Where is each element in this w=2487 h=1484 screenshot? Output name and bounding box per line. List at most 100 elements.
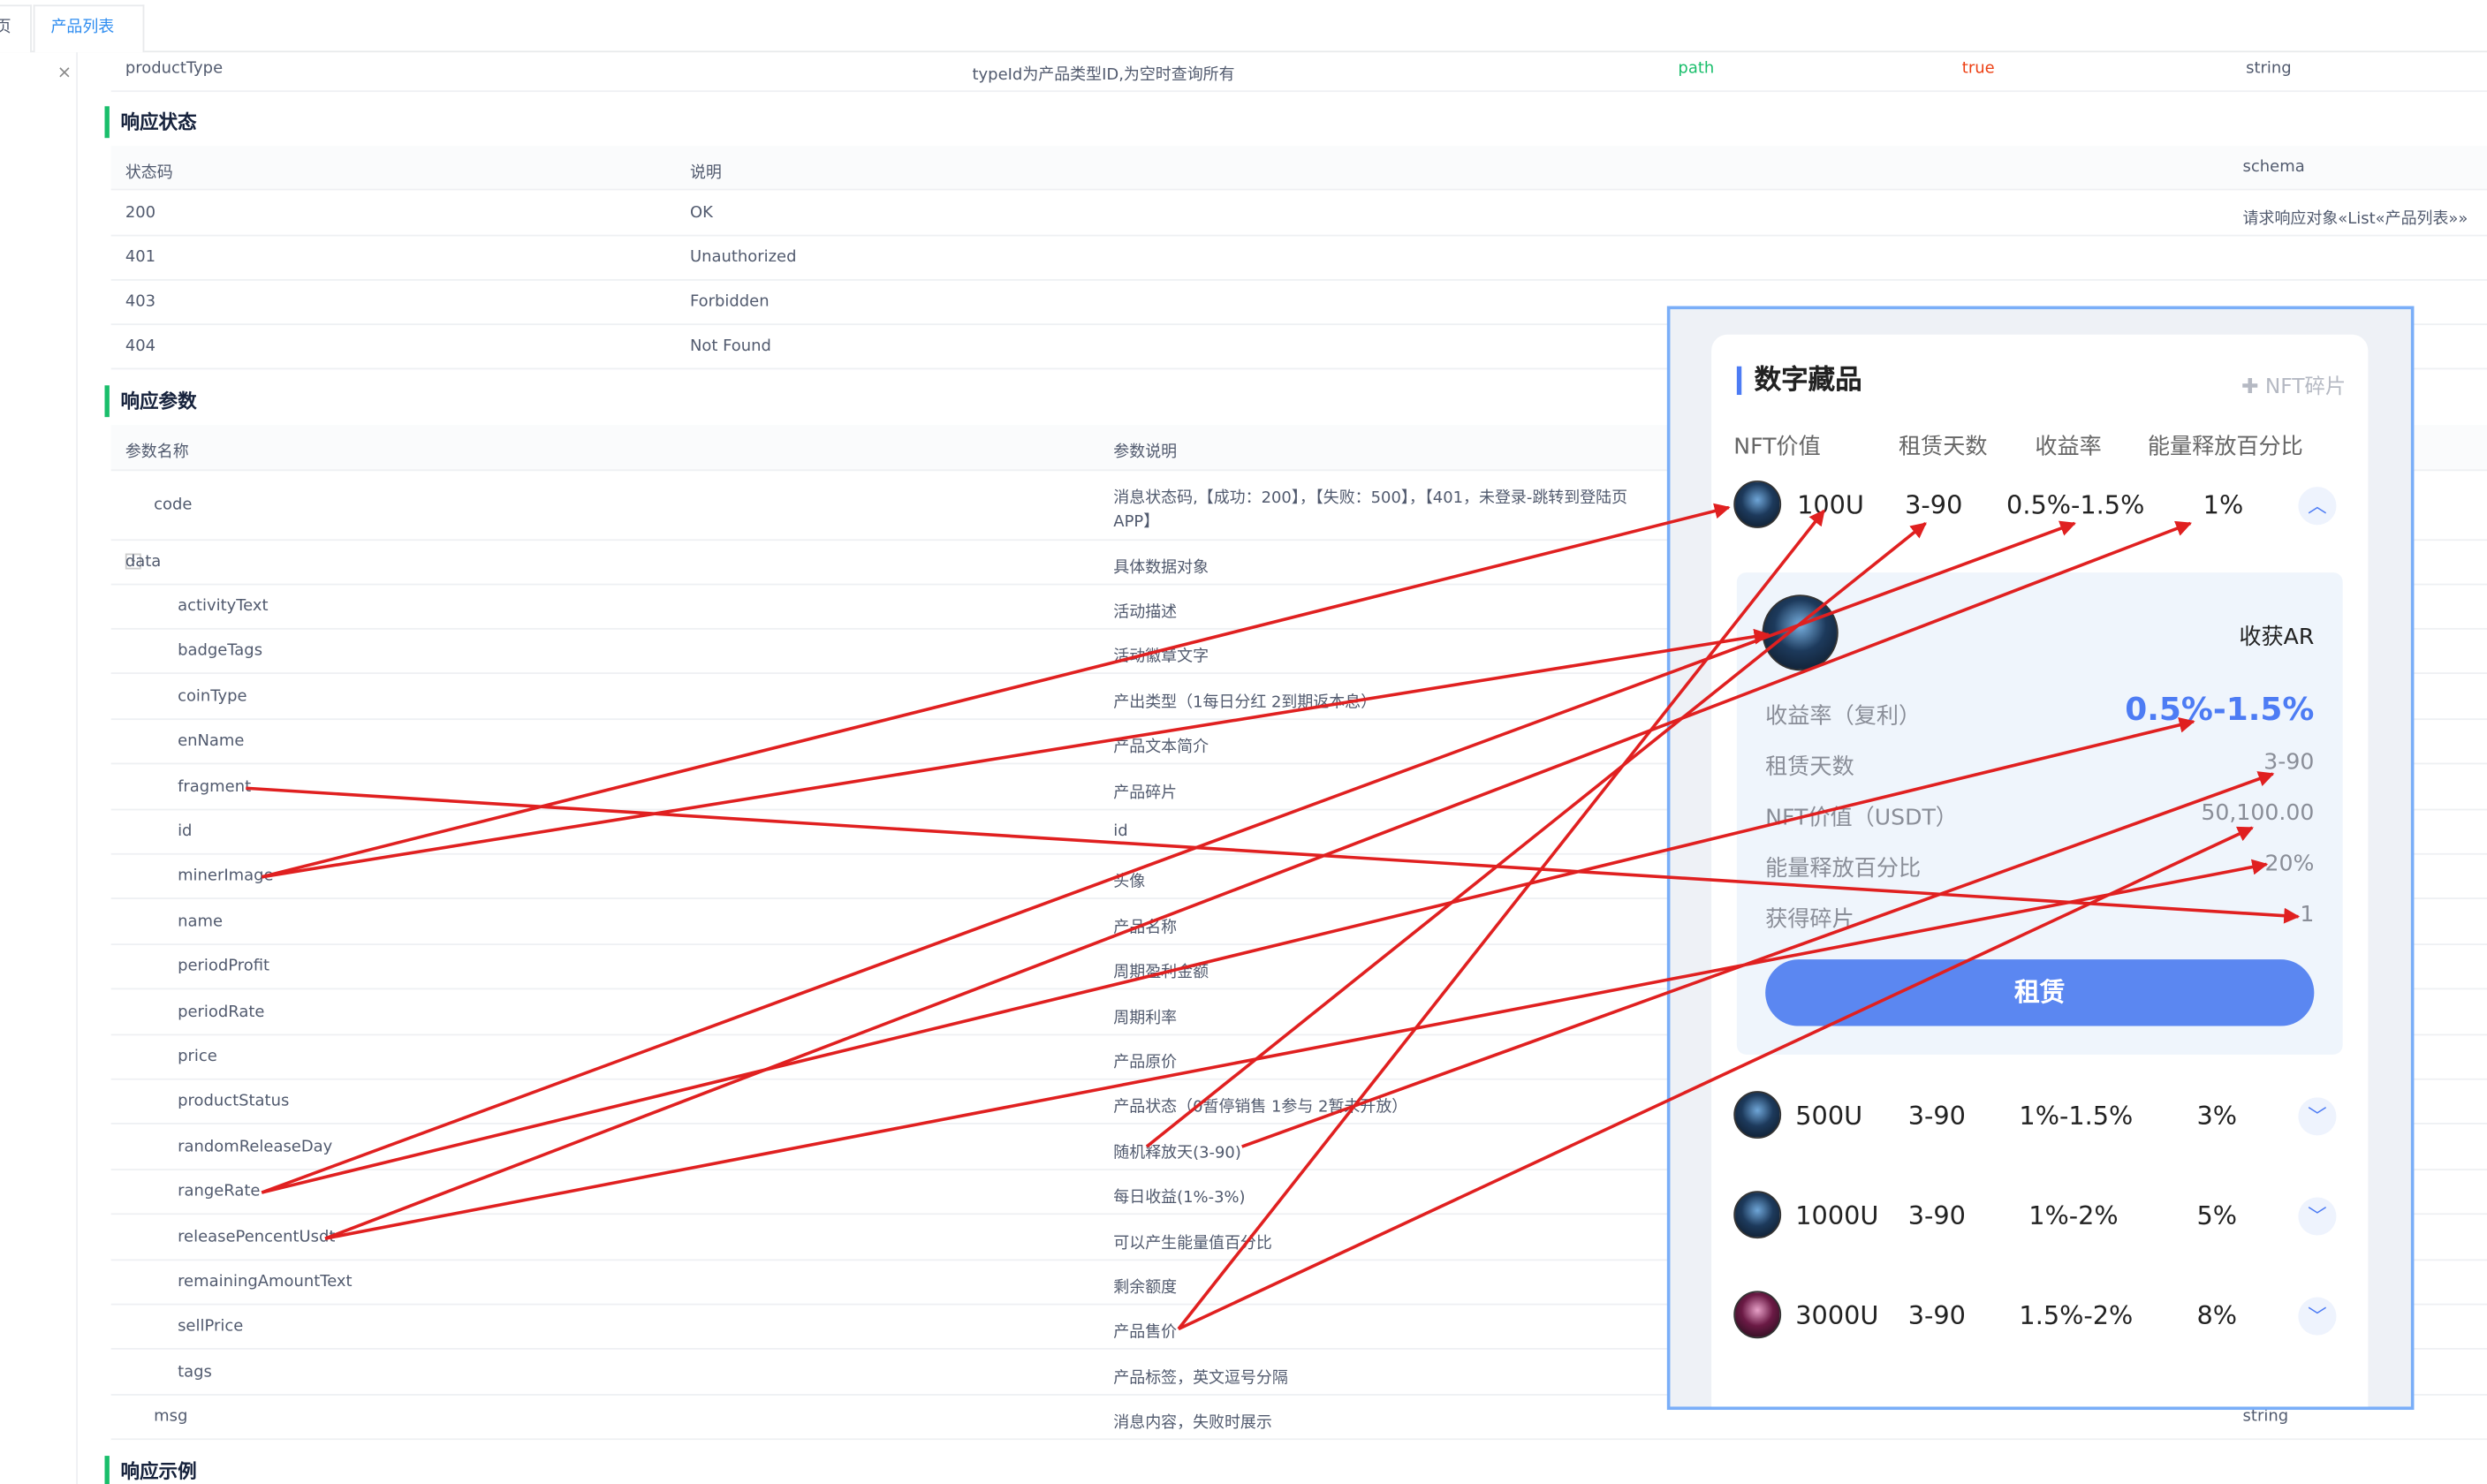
section-title-status: 响应状态 — [104, 106, 197, 139]
nft-avatar — [1733, 1191, 1782, 1239]
request-param-row: productType typeId为产品类型ID,为空时查询所有 path t… — [110, 52, 2487, 93]
harvest-label: 收获AR — [2239, 625, 2315, 651]
product-value: 100U — [1797, 489, 1864, 520]
param-type: string — [2246, 60, 2292, 78]
status-desc: Forbidden — [689, 293, 770, 311]
status-desc: Unauthorized — [689, 248, 797, 267]
param-row-desc: 具体数据对象 — [1113, 559, 1209, 578]
param-row-name: name — [178, 912, 223, 931]
product-value: 500U — [1795, 1100, 1863, 1132]
param-row-name: releasePencentUsdt — [178, 1228, 336, 1246]
chevron-down-icon[interactable]: ﹀ — [2298, 1097, 2337, 1136]
param-row-name: periodRate — [178, 1003, 265, 1021]
tab-product-list[interactable]: 产品列表 × — [33, 4, 145, 82]
tab-bar: 页 产品列表 × — [0, 0, 2487, 82]
section-title-example: 响应示例 — [104, 1456, 197, 1484]
product-row[interactable]: 3000U 3-90 1.5%-2% 8% ﹀ — [1733, 1284, 2352, 1348]
card-title: 数字藏品 — [1736, 366, 1862, 395]
param-required: true — [1961, 60, 1995, 78]
param-row-desc: 产品状态（0暂停销售 1参与 2暂未开放） — [1113, 1099, 1408, 1117]
status-header-schema: schema — [2242, 158, 2305, 177]
param-row-desc: 周期利率 — [1113, 1009, 1178, 1027]
chevron-down-icon[interactable]: ﹀ — [2298, 1197, 2337, 1236]
param-row-name: msg — [154, 1408, 188, 1426]
product-value: 1000U — [1795, 1200, 1879, 1231]
param-row-desc: id — [1113, 822, 1128, 841]
product-rate: 0.5%-1.5% — [2006, 489, 2145, 520]
nft-fragment-link[interactable]: ✚ NFT碎片 — [2241, 369, 2346, 399]
status-code: 404 — [125, 337, 156, 356]
product-release: 5% — [2196, 1200, 2238, 1231]
param-row-desc: 产出类型（1每日分红 2到期返本息） — [1113, 693, 1377, 712]
param-row-desc: 活动徽章文字 — [1113, 648, 1209, 667]
params-header-name: 参数名称 — [125, 443, 189, 462]
product-days: 3-90 — [1905, 489, 1963, 520]
param-row-name: remainingAmountText — [178, 1273, 353, 1291]
detail-label-rate: 收益率（复利） — [1765, 704, 1922, 730]
param-row-desc: 随机释放天(3-90) — [1113, 1144, 1241, 1162]
product-days: 3-90 — [1907, 1300, 1966, 1331]
detail-value-release: 20% — [2264, 852, 2315, 877]
param-row-desc-cont: APP】 — [1113, 513, 1160, 532]
param-row-name: badgeTags — [178, 642, 263, 661]
param-row-desc: 消息内容，失败时展示 — [1113, 1414, 1272, 1433]
nft-avatar — [1733, 480, 1782, 528]
param-row-desc: 头像 — [1113, 874, 1146, 892]
param-row-name: code — [154, 496, 193, 514]
status-schema: 请求响应对象«List«产品列表»» — [2242, 210, 2468, 229]
detail-value-days: 3-90 — [2263, 750, 2315, 776]
product-release: 1% — [2203, 489, 2244, 520]
table-row: 401 Unauthorized — [110, 236, 2487, 281]
param-row-name: id — [178, 822, 193, 841]
product-row[interactable]: 1000U 3-90 1%-2% 5% ﹀ — [1733, 1185, 2352, 1248]
status-desc: OK — [689, 204, 713, 223]
status-header-code: 状态码 — [125, 164, 173, 183]
param-row-desc: 周期盈利金额 — [1113, 964, 1209, 982]
detail-value-nft-value: 50,100.00 — [2201, 800, 2315, 827]
product-row[interactable]: 100U 3-90 0.5%-1.5% 1% ︿ — [1733, 474, 2352, 538]
param-row-type: string — [2242, 1408, 2289, 1426]
close-icon[interactable]: × — [57, 62, 72, 82]
status-header-desc: 说明 — [689, 164, 722, 183]
param-row-name: activityText — [178, 597, 269, 616]
product-row[interactable]: 500U 3-90 1%-1.5% 3% ﹀ — [1733, 1085, 2352, 1148]
param-row-name: productStatus — [178, 1093, 290, 1111]
nft-large-avatar — [1762, 594, 1839, 671]
param-row-name: tags — [178, 1363, 212, 1382]
param-row-desc: 可以产生能量值百分比 — [1113, 1234, 1272, 1253]
status-desc: Not Found — [689, 337, 771, 356]
col-head-rate: 收益率 — [2035, 434, 2102, 460]
detail-label-release: 能量释放百分比 — [1765, 856, 1922, 882]
param-row-name: enName — [178, 732, 245, 751]
status-table-header: 状态码 说明 schema — [110, 146, 2487, 191]
param-row-name: randomReleaseDay — [178, 1138, 333, 1156]
chevron-up-icon[interactable]: ︿ — [2298, 487, 2337, 526]
puzzle-icon: ✚ — [2241, 375, 2265, 400]
param-row-name: price — [178, 1048, 217, 1066]
screen-root: 页 产品列表 × productType typeId为产品类型ID,为空时查询所… — [0, 0, 2487, 1484]
param-row-desc: 产品碎片 — [1113, 784, 1178, 802]
table-row: 200 OK 请求响应对象«List«产品列表»» — [110, 192, 2487, 237]
app-screenshot-overlay: 数字藏品 ✚ NFT碎片 NFT价值 租赁天数 收益率 能量释放百分比 100U… — [1666, 306, 2415, 1411]
chevron-down-icon[interactable]: ﹀ — [2298, 1297, 2337, 1336]
nft-avatar — [1733, 1291, 1782, 1339]
status-code: 403 — [125, 293, 156, 311]
digital-collection-card: 数字藏品 ✚ NFT碎片 NFT价值 租赁天数 收益率 能量释放百分比 100U… — [1711, 334, 2369, 1407]
param-desc: typeId为产品类型ID,为空时查询所有 — [972, 66, 1235, 85]
rent-button[interactable]: 租赁 — [1765, 959, 2315, 1026]
param-row-name: periodProfit — [178, 958, 270, 976]
nft-fragment-label: NFT碎片 — [2264, 375, 2347, 400]
product-value: 3000U — [1795, 1300, 1879, 1331]
status-code: 200 — [125, 204, 156, 223]
param-row-desc: 每日收益(1%-3%) — [1113, 1189, 1246, 1208]
params-header-desc: 参数说明 — [1113, 443, 1178, 462]
product-rate: 1%-1.5% — [2019, 1100, 2134, 1132]
sidebar-divider — [76, 52, 78, 1484]
detail-value-fragment: 1 — [2300, 902, 2315, 928]
col-head-release: 能量释放百分比 — [2147, 434, 2303, 460]
status-code: 401 — [125, 248, 156, 267]
param-row-name: coinType — [178, 687, 247, 706]
product-rate: 1.5%-2% — [2019, 1300, 2134, 1331]
tab-home[interactable]: 页 — [0, 4, 32, 53]
col-head-value: NFT价值 — [1733, 434, 1821, 460]
